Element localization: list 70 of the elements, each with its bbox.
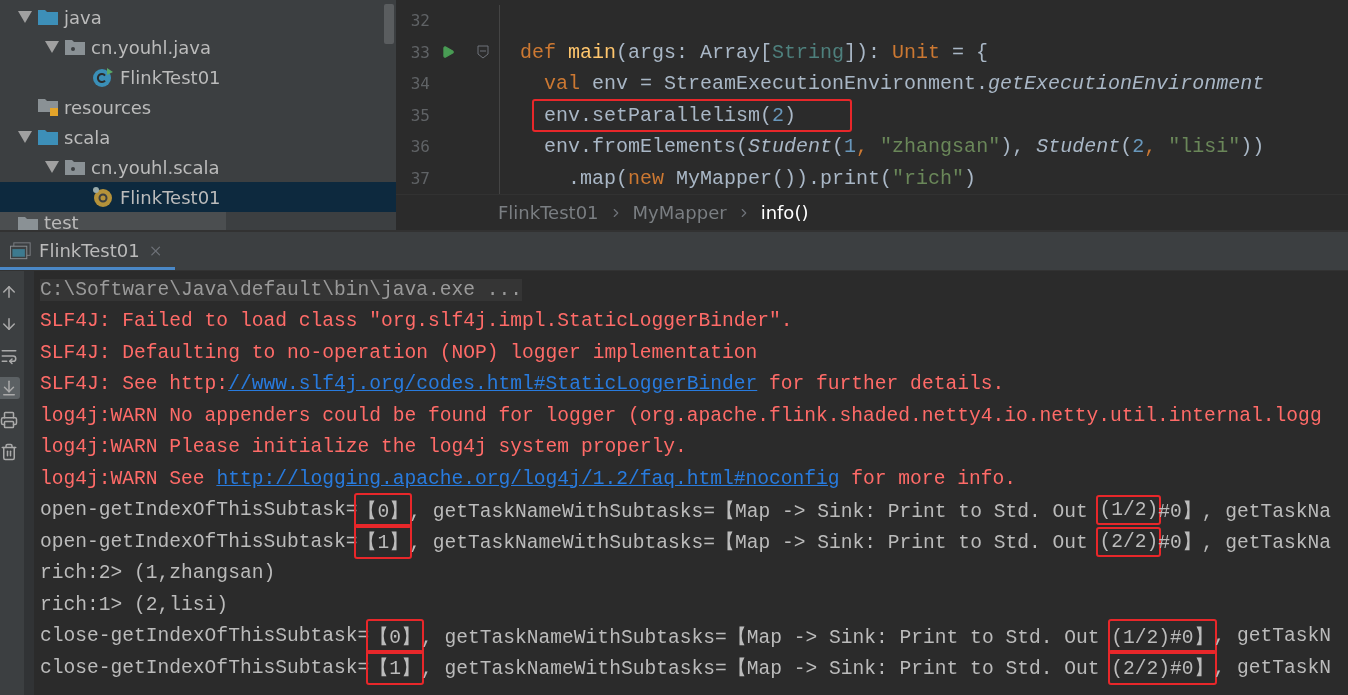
folder-icon bbox=[38, 98, 58, 116]
console-link[interactable]: //www.slf4j.org/codes.html#StaticLoggerBinder bbox=[228, 373, 758, 396]
console-text: rich:2> (1,zhangsan) bbox=[40, 562, 276, 585]
line-number: 35 bbox=[409, 105, 430, 125]
console-text: 【0】 bbox=[357, 499, 410, 524]
console-text: SLF4J: See http: bbox=[40, 373, 229, 396]
console-text: 【1】 bbox=[369, 656, 421, 682]
expanded-arrow-icon[interactable] bbox=[18, 131, 32, 143]
console-text: SLF4J: Failed to load class "org.slf4j.impl.StaticLoggerBinder". bbox=[40, 310, 793, 333]
console-text: 【1】 bbox=[357, 530, 410, 556]
code-line: env.setParallelism(2) bbox=[544, 103, 797, 127]
tree-item[interactable]: test bbox=[0, 212, 226, 230]
console-text: log4j:WARN See bbox=[40, 467, 206, 490]
run-icon[interactable] bbox=[441, 45, 455, 60]
folder-icon bbox=[18, 215, 38, 230]
tree-item[interactable]: FlinkTest01 bbox=[0, 182, 396, 212]
tree-item[interactable]: java bbox=[0, 2, 396, 32]
package-icon bbox=[65, 159, 85, 175]
console-text: (2/2)#0】 bbox=[1111, 656, 1214, 682]
console-text: C:\Software\Java\default\bin\java.exe ... bbox=[40, 278, 523, 301]
console-text: , getTaskNameWithSubtasks=【Map -> Sink: Print to Std. Out bbox=[409, 499, 1089, 524]
folder-icon bbox=[38, 9, 58, 25]
breadcrumb[interactable]: info() bbox=[760, 202, 809, 223]
expanded-arrow-icon[interactable] bbox=[18, 11, 32, 23]
code-line: env.fromElements(Student(1, "zhangsan"), Student(2, "lisi")) bbox=[544, 135, 1265, 159]
console-text: , getTaskN bbox=[1213, 656, 1332, 679]
tree-item[interactable]: resources bbox=[0, 92, 396, 122]
console-text: , getTaskNameWithSubtasks=【Map -> Sink: Print to Std. Out bbox=[409, 530, 1089, 556]
class-icon bbox=[92, 66, 114, 88]
tree-item[interactable]: cn.youhl.java bbox=[0, 32, 396, 62]
line-number: 33 bbox=[409, 42, 430, 62]
console-text: log4j:WARN No appenders could be found for logger (org.apache.flink.shaded.netty4.io.netty.util.internal.logg bbox=[40, 404, 1322, 427]
breadcrumb[interactable]: MyMapper bbox=[632, 202, 727, 223]
code-line: .map(new MyMapper()).print("rich") bbox=[568, 166, 977, 190]
console-text: (2/2) bbox=[1099, 530, 1159, 553]
expanded-arrow-icon[interactable] bbox=[45, 41, 59, 53]
console-text: SLF4J: Defaulting to no-operation (NOP) logger implementation bbox=[40, 341, 758, 364]
console-text: close-getIndexOfThisSubtask= bbox=[40, 625, 370, 648]
console-text: (1/2) bbox=[1099, 499, 1159, 522]
folder-icon bbox=[38, 129, 58, 145]
console-text: for more info. bbox=[850, 467, 1016, 490]
line-number: 37 bbox=[409, 168, 430, 188]
tree-item[interactable]: scala bbox=[0, 122, 396, 152]
scroll-to-end-icon[interactable] bbox=[0, 377, 20, 399]
line-number: 34 bbox=[409, 74, 430, 94]
tree-item[interactable]: cn.youhl.scala bbox=[0, 152, 396, 182]
console-text: for further details. bbox=[768, 373, 1005, 396]
console-text: close-getIndexOfThisSubtask= bbox=[40, 656, 370, 679]
console-text: log4j:WARN Please initialize the log4j system properly. bbox=[40, 436, 687, 459]
code-line: def main(args: Array[String]): Unit = { bbox=[520, 40, 989, 64]
print-icon[interactable] bbox=[0, 409, 20, 431]
tree-item[interactable]: FlinkTest01 bbox=[0, 62, 396, 92]
object-icon bbox=[92, 186, 114, 208]
scrollbar-thumb[interactable] bbox=[384, 4, 394, 44]
line-number: 32 bbox=[409, 11, 430, 31]
package-icon bbox=[65, 39, 85, 55]
code-line: val env = StreamExecutionEnvironment.getExecutionEnvironment bbox=[544, 72, 1265, 96]
breadcrumb[interactable]: FlinkTest01 bbox=[498, 202, 599, 223]
console-text: (1/2)#0】 bbox=[1111, 625, 1214, 650]
console-text: , getTaskN bbox=[1213, 625, 1332, 648]
run-tab[interactable]: FlinkTest01 bbox=[0, 234, 175, 270]
expanded-arrow-icon[interactable] bbox=[45, 161, 59, 173]
fold-marker-icon[interactable] bbox=[476, 45, 489, 60]
console-text: , getTaskNameWithSubtasks=【Map -> Sink: Print to Std. Out bbox=[421, 625, 1101, 650]
console-text: rich:1> (2,lisi) bbox=[40, 593, 229, 616]
console-link[interactable]: http://logging.apache.org/log4j/1.2/faq.html#noconfig bbox=[216, 467, 840, 490]
console-text: 【0】 bbox=[369, 625, 421, 650]
console-icon bbox=[10, 241, 32, 260]
line-number: 36 bbox=[409, 137, 430, 157]
console-text: , getTaskNameWithSubtasks=【Map -> Sink: Print to Std. Out bbox=[421, 656, 1101, 682]
